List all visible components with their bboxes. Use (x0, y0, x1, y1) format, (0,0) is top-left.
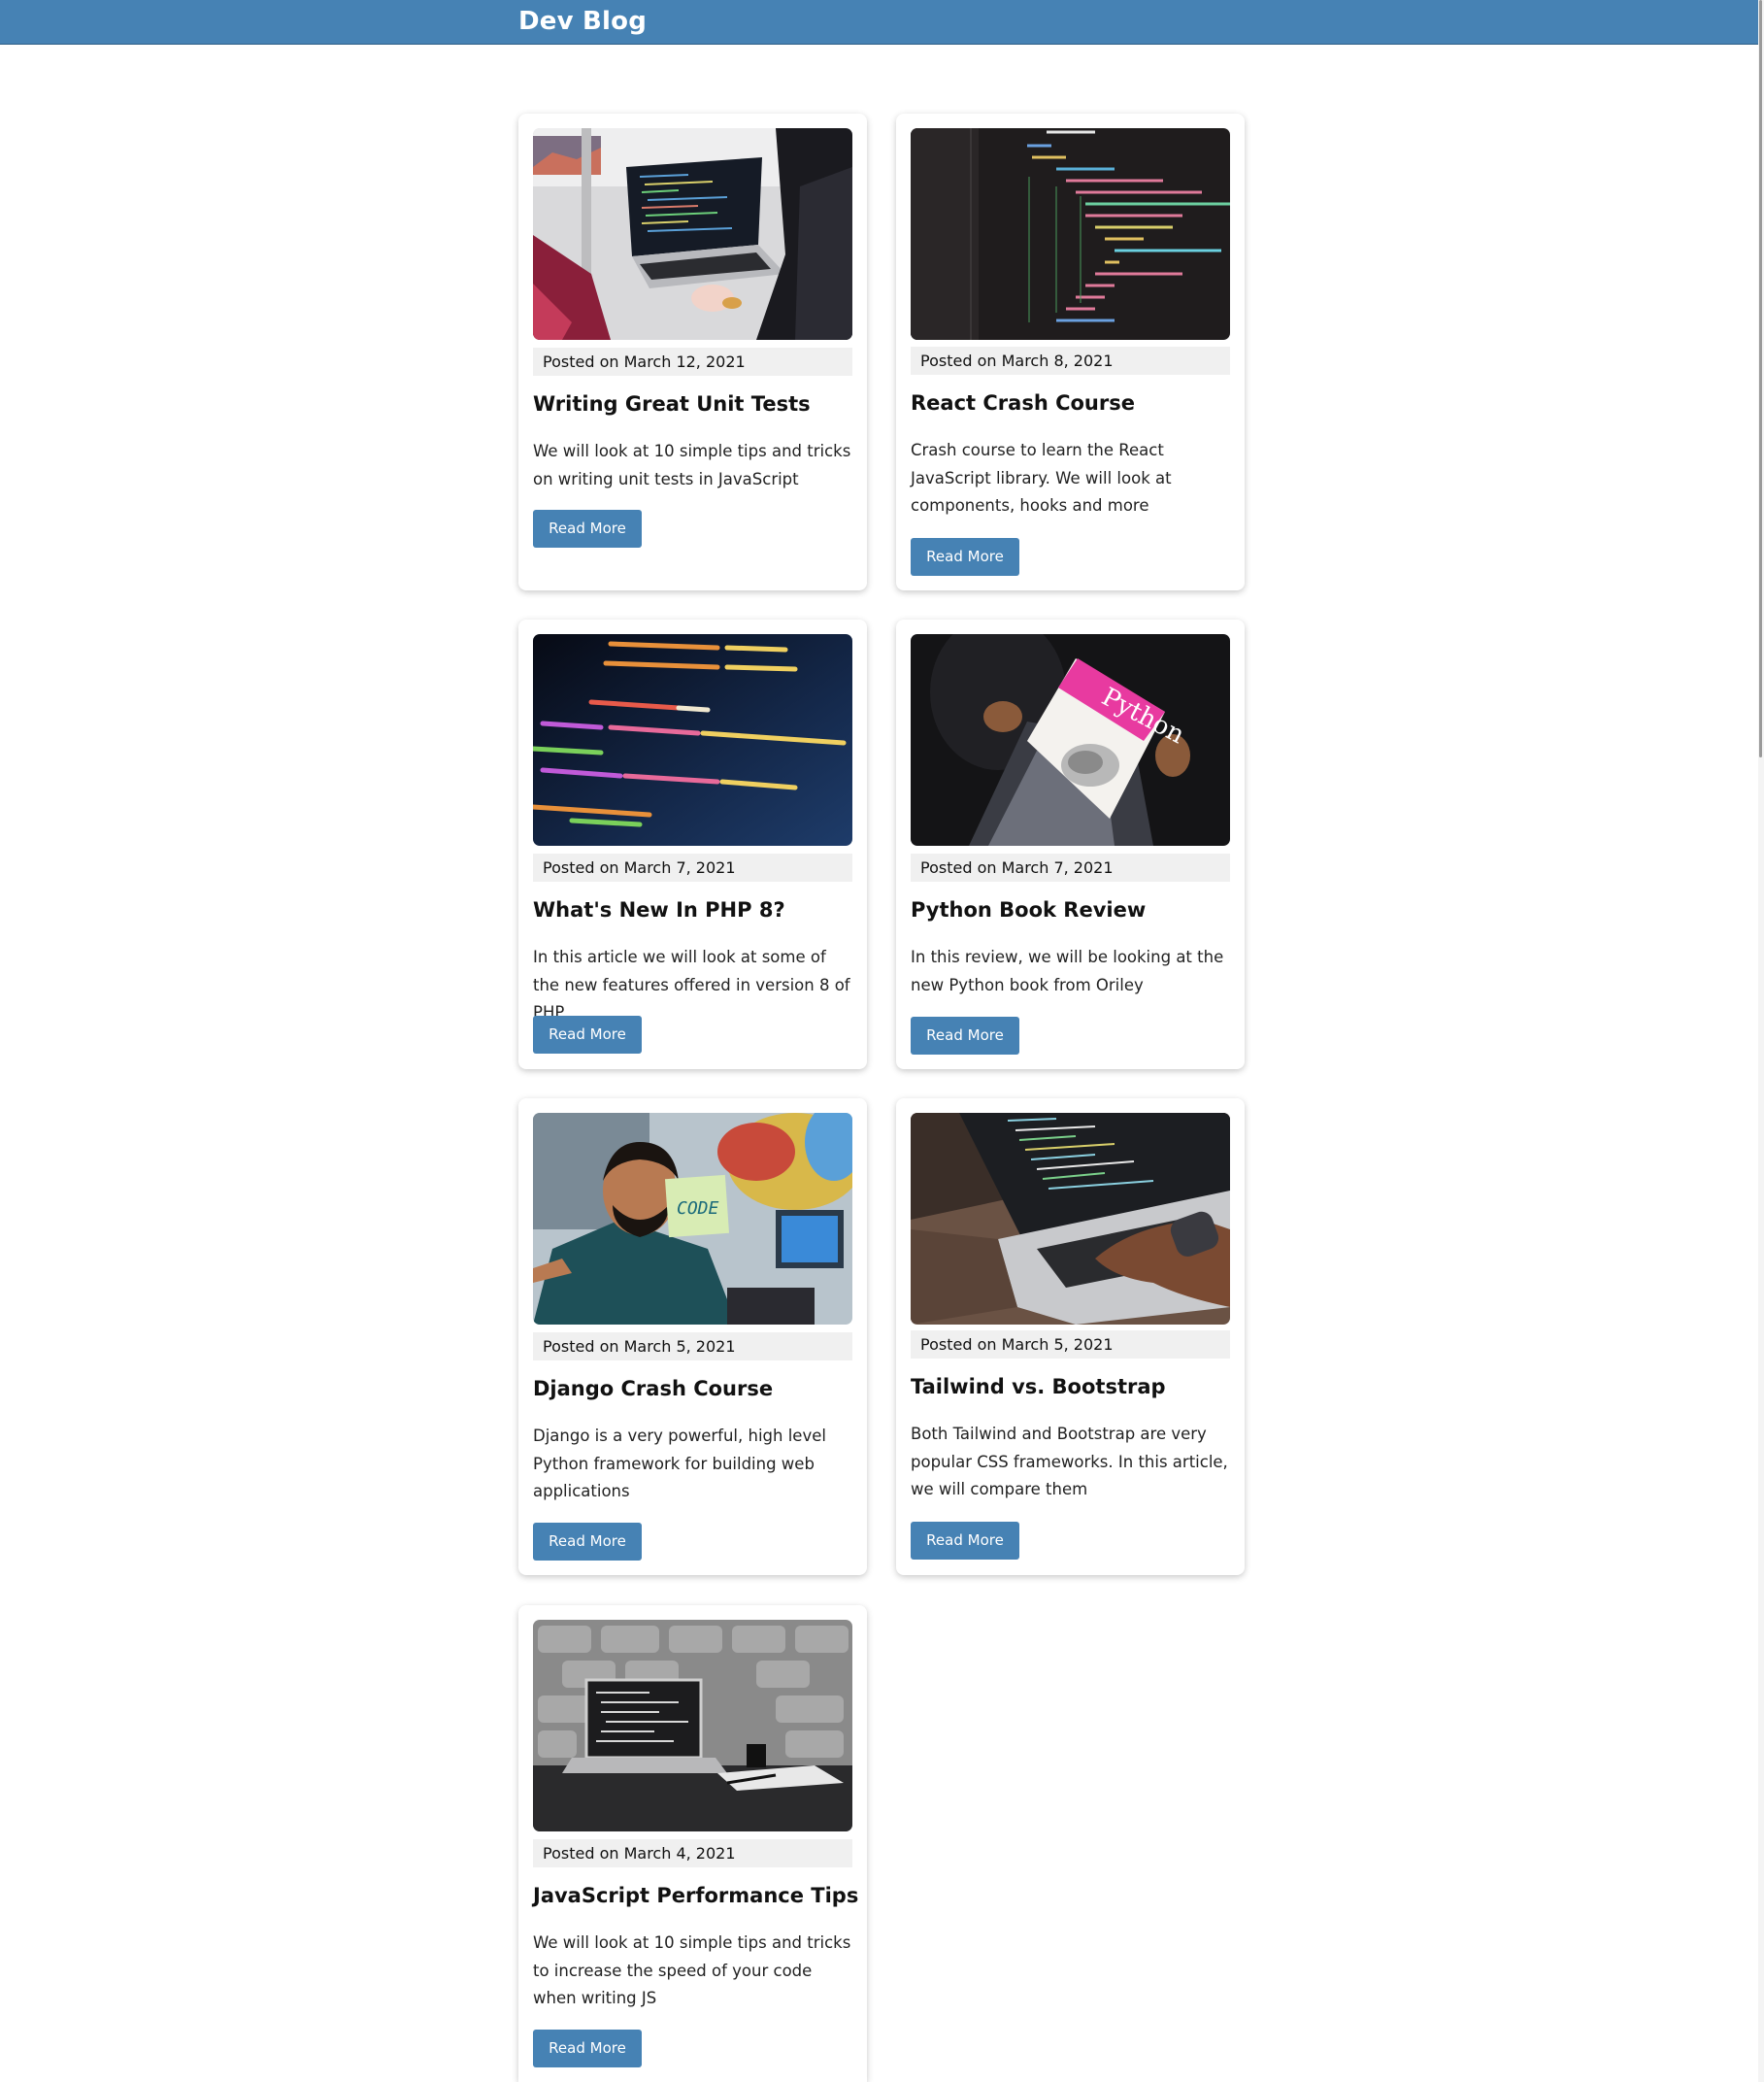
post-excerpt: In this review, we will be looking at th… (911, 948, 1224, 994)
post-title: JavaScript Performance Tips (533, 1884, 859, 1907)
post-excerpt: We will look at 10 simple tips and trick… (533, 1933, 851, 2007)
read-more-button[interactable]: Read More (911, 1522, 1019, 1560)
post-title: Writing Great Unit Tests (533, 392, 811, 416)
post-image-python-book: Python (911, 634, 1230, 846)
navbar: Dev Blog (0, 0, 1764, 45)
post-excerpt: Django is a very powerful, high level Py… (533, 1427, 826, 1500)
scrollbar-thumb[interactable] (1759, 0, 1762, 757)
post-date: Posted on March 4, 2021 (533, 1839, 852, 1867)
post-title: Tailwind vs. Bootstrap (911, 1375, 1166, 1398)
post-card: Posted on March 4, 2021 JavaScript Perfo… (518, 1605, 867, 2082)
post-excerpt: We will look at 10 simple tips and trick… (533, 442, 851, 488)
post-title: Django Crash Course (533, 1377, 774, 1400)
post-excerpt: Crash course to learn the React JavaScri… (911, 441, 1172, 515)
post-image-laptop-code (533, 128, 852, 340)
post-card: Python Posted on March 7, 2021 Python Bo… (896, 620, 1245, 1069)
post-card: Posted on March 5, 2021 Tailwind vs. Boo… (896, 1098, 1245, 1575)
post-excerpt: Both Tailwind and Bootstrap are very pop… (911, 1425, 1228, 1498)
post-date: Posted on March 8, 2021 (911, 347, 1230, 375)
post-card: Posted on March 8, 2021 React Crash Cour… (896, 114, 1245, 590)
post-title: Python Book Review (911, 898, 1147, 922)
post-image-code-sticky-note: CODE (533, 1113, 852, 1325)
read-more-button[interactable]: Read More (533, 1016, 642, 1054)
post-image-bw-laptop-desk (533, 1620, 852, 1831)
post-card: Posted on March 7, 2021 What's New In PH… (518, 620, 867, 1069)
read-more-button[interactable]: Read More (533, 1523, 642, 1561)
post-card: Posted on March 12, 2021 Writing Great U… (518, 114, 867, 590)
read-more-button[interactable]: Read More (533, 510, 642, 548)
post-date: Posted on March 5, 2021 (533, 1332, 852, 1360)
post-image-react-code (911, 128, 1230, 340)
read-more-button[interactable]: Read More (533, 2030, 642, 2067)
post-date: Posted on March 5, 2021 (911, 1330, 1230, 1359)
post-date: Posted on March 7, 2021 (911, 854, 1230, 882)
post-image-php-code (533, 634, 852, 846)
post-date: Posted on March 12, 2021 (533, 348, 852, 376)
post-title: What's New In PHP 8? (533, 898, 785, 922)
brand-link[interactable]: Dev Blog (518, 7, 647, 36)
post-card: CODE Posted on March 5, 2021 Django Cras… (518, 1098, 867, 1575)
post-date: Posted on March 7, 2021 (533, 854, 852, 882)
post-title: React Crash Course (911, 391, 1135, 415)
sticky-note-text: CODE (677, 1198, 719, 1219)
read-more-button[interactable]: Read More (911, 1017, 1019, 1055)
post-excerpt: In this article we will look at some of … (533, 948, 850, 1022)
post-image-typing-laptop (911, 1113, 1230, 1325)
read-more-button[interactable]: Read More (911, 538, 1019, 576)
